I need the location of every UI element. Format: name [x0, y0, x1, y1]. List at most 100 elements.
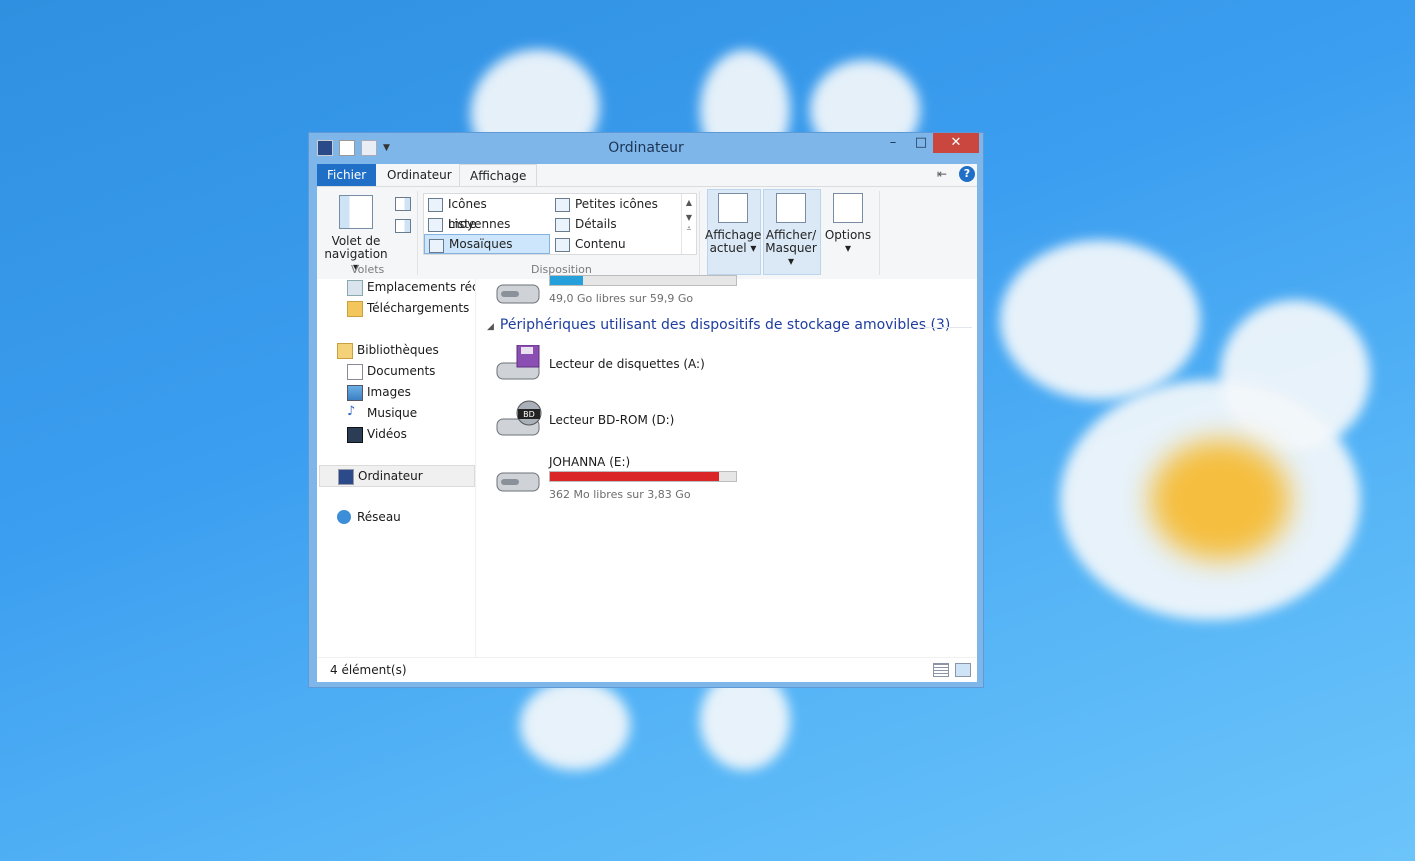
gallery-up-icon[interactable]: ▲ [682, 198, 696, 207]
details-icon [555, 218, 570, 232]
layout-details[interactable]: Détails [551, 214, 675, 234]
nav-item-computer-label: Ordinateur [358, 469, 423, 483]
nav-item-videos-label: Vidéos [367, 427, 407, 441]
explorer-window: ▼ Ordinateur – □ ✕ Fichier Ordinateur Af… [308, 132, 984, 688]
gallery-down-icon[interactable]: ▼ [682, 213, 696, 222]
tab-affichage[interactable]: Affichage [459, 164, 538, 187]
item-count: 4 élément(s) [330, 663, 407, 677]
nav-item-documents[interactable]: Documents [347, 361, 475, 381]
navigation-pane-label-2: navigation [324, 247, 388, 261]
drive-usage-bar [549, 471, 737, 482]
group-header-line [917, 327, 972, 328]
status-bar: 4 élément(s) [317, 657, 977, 682]
layout-list[interactable]: Liste [424, 214, 548, 234]
nav-item-downloads[interactable]: Téléchargements [347, 298, 475, 318]
nav-item-documents-label: Documents [367, 364, 436, 378]
pin-ribbon-icon[interactable]: ⇤ [937, 167, 947, 181]
libraries-icon [337, 343, 353, 359]
layout-gallery: Icônes moyennes Petites icônes Liste Dét… [423, 193, 697, 255]
drive-name: Lecteur BD-ROM (D:) [549, 413, 675, 427]
tab-fichier[interactable]: Fichier [317, 164, 377, 186]
music-icon: ♪ [347, 404, 356, 419]
nav-item-music-label: Musique [367, 406, 418, 420]
list-icon [428, 218, 443, 232]
group-header-label: Périphériques utilisant des dispositifs … [499, 317, 951, 333]
layout-content-label: Contenu [575, 237, 626, 251]
svg-text:BD: BD [523, 410, 535, 419]
drive-usage-bar [549, 275, 737, 286]
images-icon [347, 385, 363, 401]
nav-item-recent-label: Emplacements récents [367, 280, 475, 294]
drive-free-space: 49,0 Go libres sur 59,9 Go [549, 292, 694, 305]
recent-places-icon [347, 280, 363, 296]
ribbon-separator [879, 191, 880, 275]
content-icon [555, 238, 570, 252]
drive-usage-fill [550, 276, 584, 285]
maximize-button[interactable]: □ [909, 133, 933, 153]
tiles-icon [429, 239, 444, 253]
layout-content[interactable]: Contenu [551, 234, 675, 254]
content-area: Emplacements récents Téléchargements Bib… [317, 275, 977, 657]
options-icon [833, 193, 863, 223]
gallery-expand-icon[interactable]: ⩡ [682, 224, 696, 234]
show-hide-icon [776, 193, 806, 223]
videos-icon [347, 427, 363, 443]
layout-tiles[interactable]: Mosaïques [424, 234, 550, 254]
computer-icon [338, 469, 354, 485]
layout-list-label: Liste [448, 217, 477, 231]
gallery-scroll[interactable]: ▲ ▼ ⩡ [681, 194, 696, 254]
preview-pane-icon[interactable] [395, 197, 411, 211]
collapse-icon[interactable]: ◢ [487, 322, 494, 332]
nav-item-libraries-label: Bibliothèques [357, 343, 439, 357]
group-header-removable[interactable]: ◢ Périphériques utilisant des dispositifs… [487, 317, 950, 333]
nav-item-images[interactable]: Images [347, 382, 475, 402]
drive-usage-fill [550, 472, 720, 481]
layout-small-icons[interactable]: Petites icônes [551, 194, 675, 214]
network-icon [337, 510, 351, 524]
ribbon: Volet de navigation ▾ Volets Icônes moye… [317, 186, 977, 280]
nav-item-downloads-label: Téléchargements [367, 301, 470, 315]
floppy-drive-icon [496, 345, 540, 380]
show-hide-button[interactable]: Afficher/ Masquer ▾ [763, 193, 819, 268]
hard-drive-icon [496, 284, 540, 304]
tab-ordinateur[interactable]: Ordinateur [377, 164, 462, 186]
nav-item-images-label: Images [367, 385, 411, 399]
medium-icons-icon [428, 198, 443, 212]
ribbon-separator [699, 191, 700, 275]
close-button[interactable]: ✕ [933, 133, 979, 153]
navigation-pane: Emplacements récents Téléchargements Bib… [317, 279, 476, 657]
nav-item-videos[interactable]: Vidéos [347, 424, 475, 444]
nav-item-recent[interactable]: Emplacements récents [347, 277, 475, 297]
title-bar: ▼ Ordinateur – □ ✕ [309, 133, 983, 163]
current-view-button[interactable]: Affichage actuel ▾ [705, 193, 761, 255]
bd-rom-drive-icon: BD [496, 400, 542, 436]
drive-free-space: 362 Mo libres sur 3,83 Go [549, 488, 691, 501]
nav-item-libraries[interactable]: Bibliothèques [337, 340, 475, 360]
layout-small-icons-label: Petites icônes [575, 197, 658, 211]
ribbon-tab-bar: Fichier Ordinateur Affichage ⇤ ? [317, 164, 977, 187]
documents-icon [347, 364, 363, 380]
ribbon-separator [417, 191, 418, 275]
minimize-button[interactable]: – [881, 133, 905, 153]
group-label-volets: Volets [351, 263, 385, 276]
details-view-icon[interactable] [933, 663, 949, 677]
navigation-pane-icon [339, 195, 373, 229]
small-icons-icon [555, 198, 570, 212]
nav-item-network[interactable]: Réseau [337, 507, 475, 527]
help-icon[interactable]: ? [959, 166, 975, 182]
current-view-label-2: actuel [709, 241, 747, 255]
main-pane: 49,0 Go libres sur 59,9 Go ◢ Périphérique… [477, 275, 977, 657]
details-pane-icon[interactable] [395, 219, 411, 233]
usb-drive-icon [496, 472, 540, 492]
options-button[interactable]: Options ▾ [823, 193, 873, 255]
show-hide-label-2: Masquer [765, 241, 817, 255]
current-view-icon [718, 193, 748, 223]
nav-item-music[interactable]: ♪ Musique [347, 403, 475, 423]
large-icons-view-icon[interactable] [955, 663, 971, 677]
nav-item-computer[interactable]: Ordinateur [319, 465, 475, 487]
drive-name: Lecteur de disquettes (A:) [549, 357, 705, 371]
layout-tiles-label: Mosaïques [449, 237, 513, 251]
nav-item-network-label: Réseau [357, 510, 401, 524]
downloads-icon [347, 301, 363, 317]
layout-medium-icons[interactable]: Icônes moyennes [424, 194, 548, 231]
